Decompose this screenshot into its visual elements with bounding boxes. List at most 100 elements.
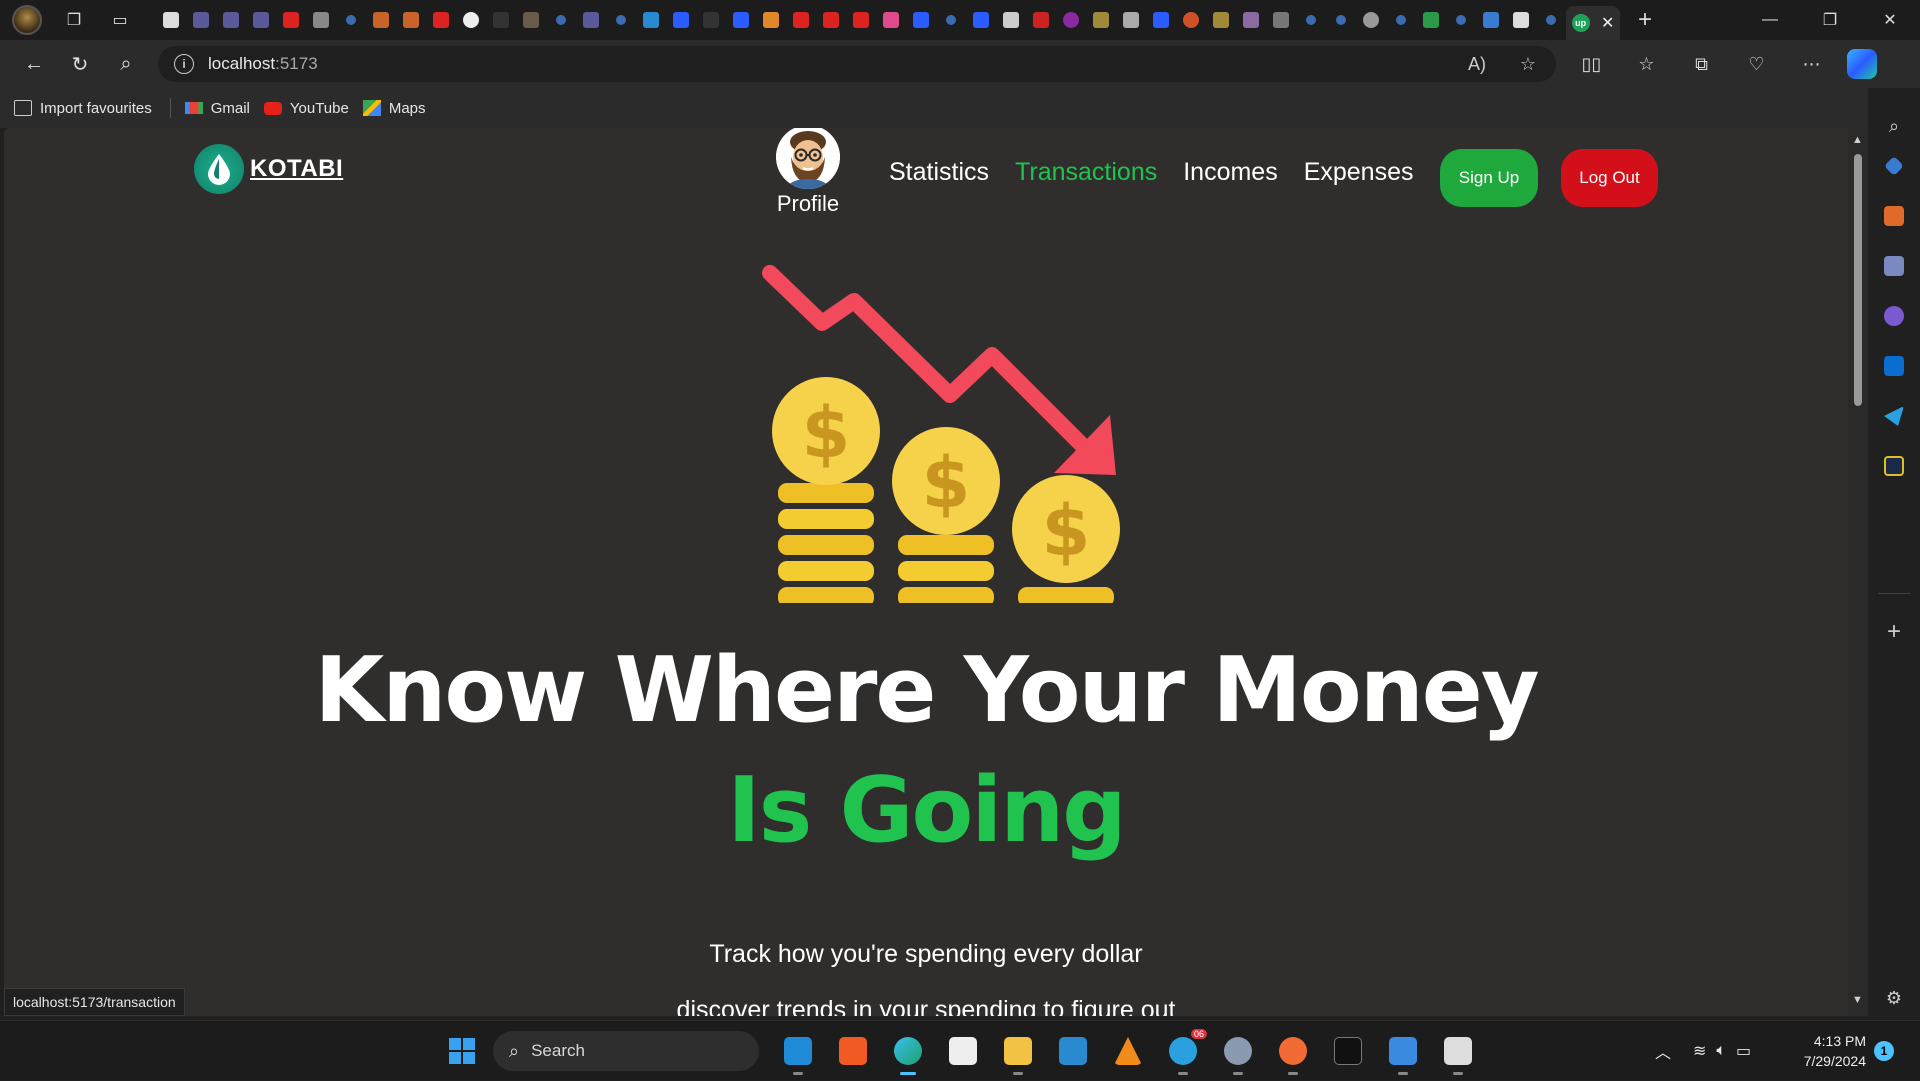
- page-scrollbar[interactable]: ▲ ▼: [1848, 128, 1868, 1016]
- log-out-button[interactable]: Log Out: [1561, 149, 1658, 207]
- tab[interactable]: [306, 6, 336, 34]
- tab[interactable]: [756, 6, 786, 34]
- tab[interactable]: [1236, 6, 1266, 34]
- tab[interactable]: [426, 6, 456, 34]
- scroll-thumb[interactable]: [1854, 154, 1862, 406]
- terminal-icon[interactable]: [1330, 1033, 1366, 1069]
- refresh-button[interactable]: ↻: [62, 46, 98, 82]
- tab[interactable]: [1356, 6, 1386, 34]
- maps-link[interactable]: Maps: [362, 100, 426, 117]
- tab[interactable]: [1176, 6, 1206, 34]
- tab[interactable]: [276, 6, 306, 34]
- collections-icon[interactable]: ⧉: [1674, 46, 1729, 82]
- minimize-button[interactable]: —: [1740, 0, 1800, 40]
- new-tab-button[interactable]: +: [1638, 6, 1652, 34]
- tab[interactable]: [966, 6, 996, 34]
- tab[interactable]: [1116, 6, 1146, 34]
- search-icon[interactable]: ⌕: [1882, 114, 1906, 138]
- tab[interactable]: [636, 6, 666, 34]
- postman-icon[interactable]: [1275, 1033, 1311, 1075]
- nav-incomes[interactable]: Incomes: [1183, 158, 1277, 187]
- tab[interactable]: [516, 6, 546, 34]
- settings-gear-icon[interactable]: [1220, 1033, 1256, 1075]
- app-icon[interactable]: [1882, 454, 1906, 478]
- notification-badge[interactable]: 1: [1874, 1041, 1894, 1061]
- sign-up-button[interactable]: Sign Up: [1440, 149, 1538, 207]
- clock[interactable]: 4:13 PM 7/29/2024: [1790, 1031, 1866, 1071]
- tab[interactable]: [396, 6, 426, 34]
- nav-transactions[interactable]: Transactions: [1015, 158, 1157, 187]
- split-screen-icon[interactable]: ▯▯: [1564, 46, 1619, 82]
- tab[interactable]: [606, 6, 636, 34]
- tab[interactable]: [366, 6, 396, 34]
- active-tab[interactable]: up ✕: [1566, 6, 1620, 40]
- photos-icon[interactable]: [1385, 1033, 1421, 1075]
- tab[interactable]: [1056, 6, 1086, 34]
- tab[interactable]: [786, 6, 816, 34]
- browser-profile-avatar[interactable]: [12, 5, 42, 35]
- copilot-sidebar-icon[interactable]: [1882, 304, 1906, 328]
- add-icon[interactable]: +: [1882, 618, 1906, 645]
- shopping-tag-icon[interactable]: [1882, 154, 1906, 178]
- tab[interactable]: [1446, 6, 1476, 34]
- wifi-icon[interactable]: ≋: [1693, 1041, 1706, 1061]
- back-button[interactable]: ←: [16, 46, 52, 82]
- tab[interactable]: [1506, 6, 1536, 34]
- telegram-icon[interactable]: 06: [1165, 1029, 1207, 1075]
- tab[interactable]: [1416, 6, 1446, 34]
- read-aloud-icon[interactable]: A): [1468, 54, 1486, 75]
- telegram-icon[interactable]: [1882, 404, 1906, 428]
- tab[interactable]: [456, 6, 486, 34]
- tab[interactable]: [1206, 6, 1236, 34]
- nav-statistics[interactable]: Statistics: [889, 158, 989, 187]
- tab[interactable]: [1086, 6, 1116, 34]
- tab[interactable]: [216, 6, 246, 34]
- address-bar[interactable]: i localhost:5173 A) ☆: [158, 46, 1556, 82]
- tab[interactable]: [816, 6, 846, 34]
- scroll-up-icon[interactable]: ▲: [1852, 134, 1863, 146]
- games-icon[interactable]: [1882, 254, 1906, 278]
- file-explorer-icon[interactable]: [1000, 1033, 1036, 1075]
- tab[interactable]: [996, 6, 1026, 34]
- browser-essentials-icon[interactable]: ♡: [1729, 46, 1784, 82]
- edge-icon[interactable]: [890, 1033, 926, 1075]
- favourite-star-icon[interactable]: ☆: [1520, 54, 1536, 75]
- tab[interactable]: [1146, 6, 1176, 34]
- tab[interactable]: [846, 6, 876, 34]
- gmail-link[interactable]: Gmail: [184, 100, 250, 117]
- tab[interactable]: [906, 6, 936, 34]
- site-info-icon[interactable]: i: [174, 54, 194, 74]
- vlc-icon[interactable]: [1110, 1033, 1146, 1069]
- tab[interactable]: [726, 6, 756, 34]
- tab[interactable]: [1476, 6, 1506, 34]
- store-icon[interactable]: [945, 1033, 981, 1069]
- tab[interactable]: [876, 6, 906, 34]
- tab[interactable]: [1326, 6, 1356, 34]
- taskbar-search[interactable]: ⌕ Search: [493, 1031, 759, 1071]
- search-icon[interactable]: ⌕: [108, 46, 144, 82]
- vscode-icon[interactable]: [780, 1033, 816, 1075]
- tab[interactable]: [546, 6, 576, 34]
- close-tab-icon[interactable]: ✕: [1601, 13, 1614, 33]
- copilot-icon[interactable]: [1847, 49, 1877, 79]
- favourites-icon[interactable]: ☆: [1619, 46, 1674, 82]
- profile-label[interactable]: Profile: [772, 191, 844, 217]
- tab[interactable]: [156, 6, 186, 34]
- tools-icon[interactable]: [1882, 204, 1906, 228]
- youtube-link[interactable]: YouTube: [263, 100, 349, 117]
- brave-icon[interactable]: [835, 1033, 871, 1069]
- snipping-tool-icon[interactable]: [1440, 1033, 1476, 1075]
- brand-name[interactable]: KOTABI: [250, 155, 343, 183]
- start-windows-icon[interactable]: [444, 1033, 480, 1069]
- url-text[interactable]: localhost:5173: [208, 54, 318, 74]
- tab[interactable]: [1536, 6, 1566, 34]
- avatar[interactable]: [776, 128, 840, 189]
- tab[interactable]: [576, 6, 606, 34]
- tab[interactable]: [696, 6, 726, 34]
- mail-icon[interactable]: [1055, 1033, 1091, 1069]
- outlook-icon[interactable]: [1882, 354, 1906, 378]
- scroll-down-icon[interactable]: ▼: [1852, 994, 1863, 1006]
- tab[interactable]: [1386, 6, 1416, 34]
- import-favourites-link[interactable]: Import favourites: [14, 100, 152, 117]
- close-window-button[interactable]: ✕: [1860, 0, 1920, 40]
